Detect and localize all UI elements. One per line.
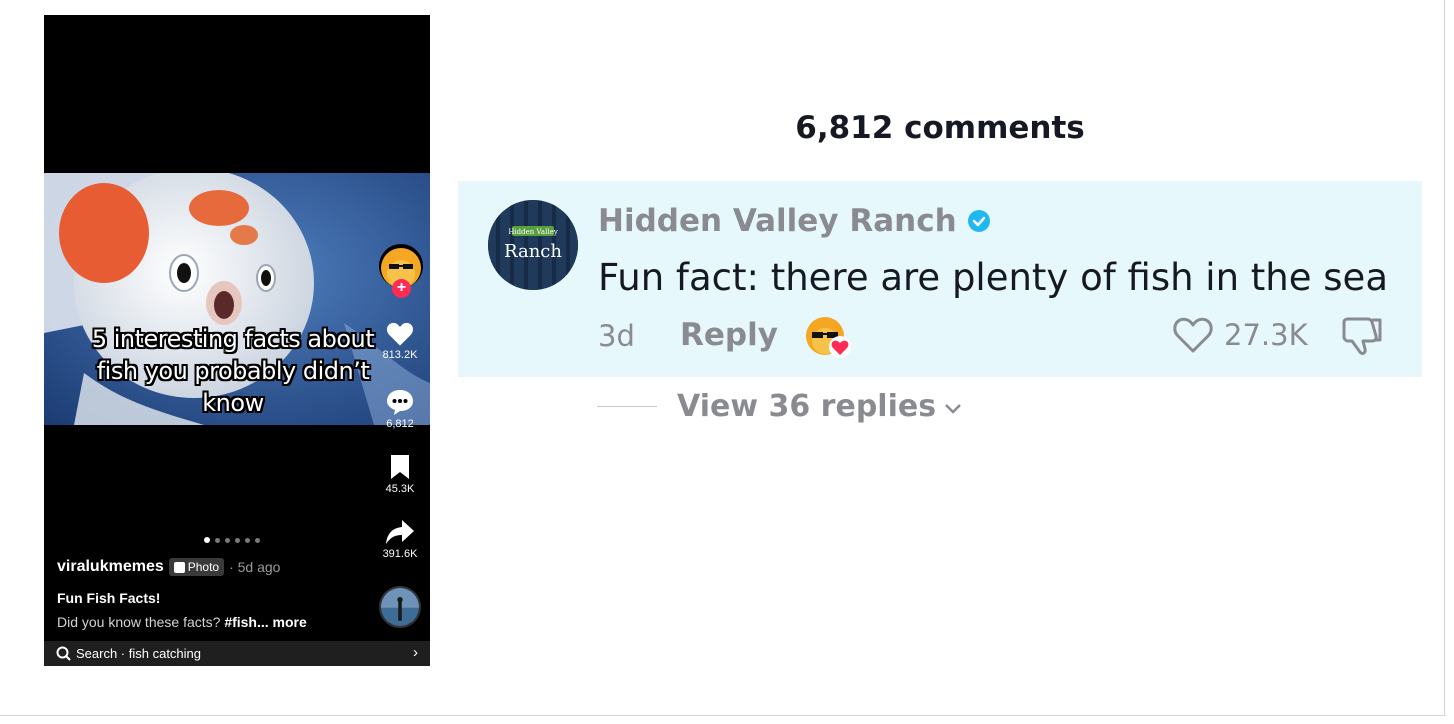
video-caption: 5 interesting facts about fish you proba… bbox=[91, 325, 375, 417]
carousel-dot[interactable] bbox=[235, 537, 240, 543]
follow-plus-icon[interactable]: + bbox=[392, 279, 411, 298]
photo-icon bbox=[173, 561, 185, 573]
carousel-dot[interactable] bbox=[215, 537, 220, 543]
save-button[interactable]: 45.3K bbox=[370, 453, 430, 495]
comment-author[interactable]: Hidden Valley Ranch bbox=[598, 203, 991, 239]
post-meta: viralukmemes Photo · 5d ago bbox=[57, 558, 280, 576]
music-disc[interactable] bbox=[379, 586, 421, 628]
reply-button[interactable]: Reply bbox=[680, 317, 778, 353]
description-hashtag[interactable]: #fish... more bbox=[224, 614, 306, 630]
carousel-dot[interactable] bbox=[245, 537, 250, 543]
carousel-dot[interactable] bbox=[204, 537, 210, 543]
save-count: 45.3K bbox=[385, 483, 415, 495]
comment-item: Hidden Valley Ranch Hidden Valley Ranch … bbox=[458, 181, 1422, 377]
share-count: 391.6K bbox=[382, 548, 418, 560]
description-text: Did you know these facts? bbox=[57, 614, 225, 630]
comment-author-name: Hidden Valley Ranch bbox=[598, 203, 957, 239]
heart-icon bbox=[387, 322, 413, 346]
view-replies-label: View 36 replies bbox=[677, 389, 937, 424]
search-query: Search · fish catching bbox=[76, 646, 202, 661]
post-title: Fun Fish Facts! bbox=[57, 590, 161, 606]
replies-divider bbox=[597, 406, 657, 407]
like-button[interactable]: 813.2K bbox=[370, 321, 430, 361]
comment-like-button[interactable]: 27.3K bbox=[1172, 316, 1308, 354]
carousel-indicator bbox=[204, 536, 260, 544]
photo-badge: Photo bbox=[168, 558, 225, 576]
comments-count-title: 6,812 comments bbox=[795, 110, 1085, 146]
commenter-avatar[interactable]: Hidden Valley Ranch bbox=[488, 200, 578, 290]
comment-button[interactable]: 6,812 bbox=[370, 388, 430, 430]
chevron-down-icon bbox=[945, 403, 961, 414]
creator-username[interactable]: viralukmemes bbox=[57, 558, 164, 576]
photo-badge-label: Photo bbox=[187, 560, 220, 574]
chevron-right-icon[interactable]: › bbox=[413, 644, 418, 661]
avatar-logo-top: Hidden Valley bbox=[508, 228, 557, 236]
carousel-dot[interactable] bbox=[225, 537, 230, 543]
heart-outline-icon bbox=[1173, 317, 1213, 353]
comment-time: 3d bbox=[598, 319, 635, 353]
search-icon bbox=[56, 646, 71, 661]
bookmark-icon bbox=[391, 455, 409, 479]
avatar-logo-main: Ranch bbox=[504, 241, 562, 262]
comment-icon bbox=[387, 390, 413, 415]
creator-liked-icon bbox=[806, 317, 851, 358]
dislike-icon[interactable] bbox=[1340, 316, 1384, 356]
post-time: · 5d ago bbox=[229, 559, 281, 575]
creator-avatar-button[interactable]: + bbox=[379, 244, 423, 298]
video-player[interactable]: 5 interesting facts about fish you proba… bbox=[44, 15, 430, 666]
comment-count: 6,812 bbox=[386, 418, 414, 430]
comment-text: Fun fact: there are plenty of fish in th… bbox=[598, 256, 1388, 299]
search-bar[interactable]: Search · fish catching › bbox=[44, 641, 430, 666]
verified-icon bbox=[967, 210, 990, 232]
share-button[interactable]: 391.6K bbox=[370, 518, 430, 560]
carousel-dot[interactable] bbox=[255, 537, 260, 543]
view-replies-button[interactable]: View 36 replies bbox=[597, 389, 962, 424]
frame-border-right bbox=[1444, 0, 1445, 716]
frame-border-bottom bbox=[0, 715, 1446, 716]
post-description[interactable]: Did you know these facts? #fish... more bbox=[57, 614, 307, 630]
like-count: 813.2K bbox=[382, 349, 418, 361]
share-icon bbox=[386, 520, 414, 544]
comment-like-count: 27.3K bbox=[1224, 318, 1308, 352]
